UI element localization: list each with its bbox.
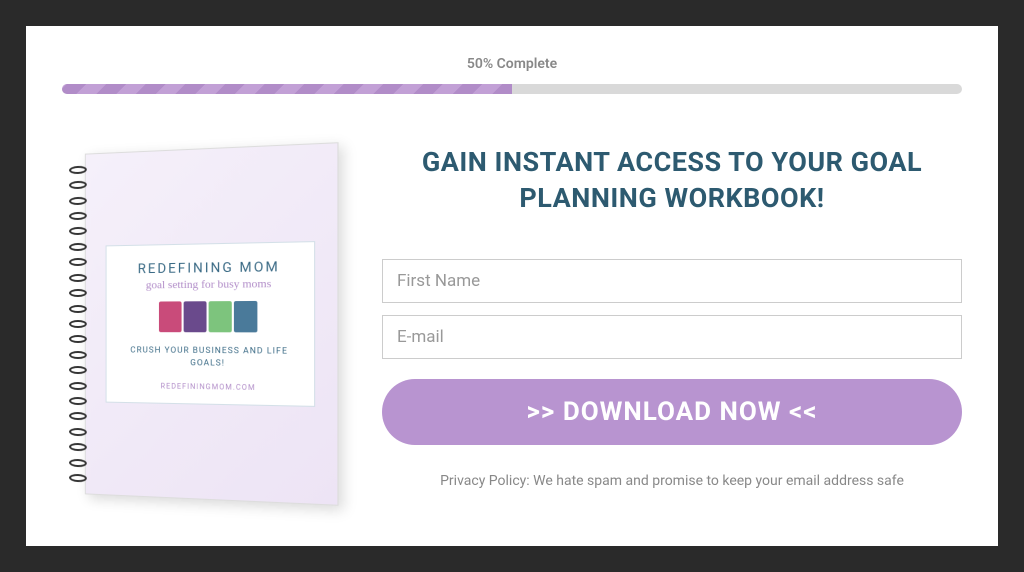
progress-label: 50% Complete [62, 56, 962, 72]
cover-title: REDEFINING MOM [117, 260, 304, 278]
firstname-input[interactable] [382, 259, 962, 303]
book-cover: REDEFINING MOM goal setting for busy mom… [85, 142, 339, 506]
email-input[interactable] [382, 315, 962, 359]
product-image-column: REDEFINING MOM goal setting for busy mom… [62, 144, 342, 526]
cover-url: REDEFININGMOM.COM [117, 381, 304, 392]
workbook-mockup: REDEFINING MOM goal setting for busy mom… [77, 142, 339, 506]
progress-bar [62, 84, 962, 94]
cover-card: REDEFINING MOM goal setting for busy mom… [106, 241, 316, 406]
cover-tagline: CRUSH YOUR BUSINESS AND LIFE GOALS! [117, 345, 304, 370]
cover-subtitle: goal setting for busy moms [117, 278, 304, 292]
privacy-text: Privacy Policy: We hate spam and promise… [382, 473, 962, 489]
spiral-binding [69, 161, 89, 486]
signup-modal: 50% Complete REDEFINING MOM [26, 26, 998, 546]
headline: GAIN INSTANT ACCESS TO YOUR GOAL PLANNIN… [382, 144, 962, 217]
download-button[interactable]: >> DOWNLOAD NOW << [382, 379, 962, 445]
cover-books-graphic [117, 301, 304, 333]
form-column: GAIN INSTANT ACCESS TO YOUR GOAL PLANNIN… [382, 144, 962, 526]
progress-fill [62, 84, 512, 94]
content-area: REDEFINING MOM goal setting for busy mom… [62, 144, 962, 526]
